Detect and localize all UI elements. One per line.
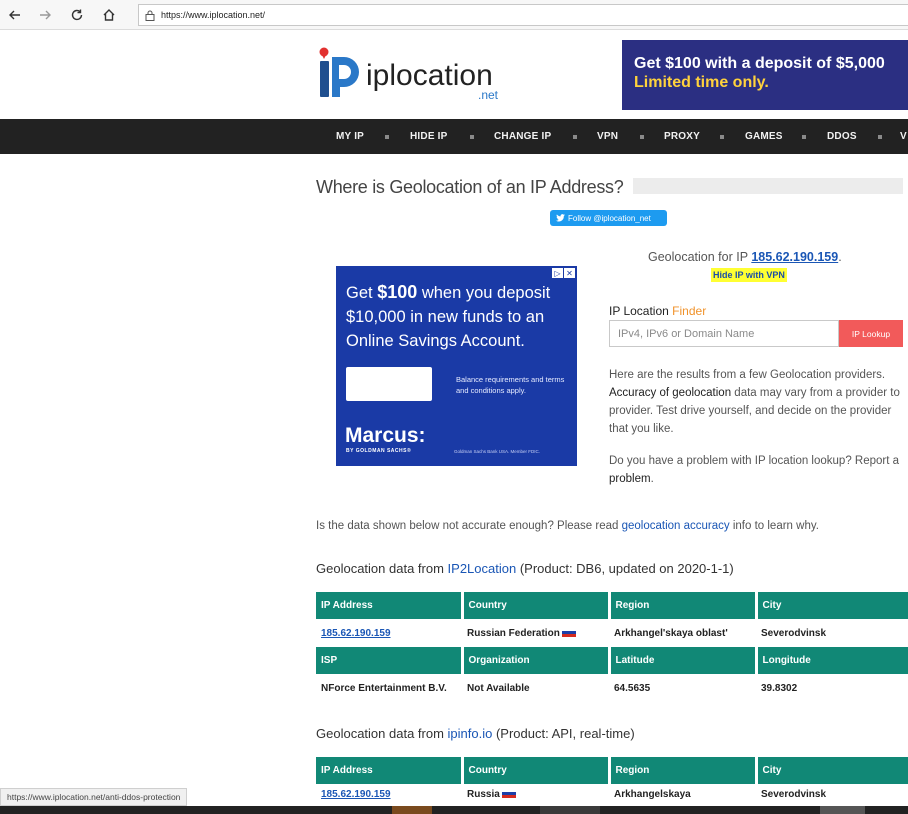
refresh-icon[interactable] — [66, 5, 88, 25]
status-bar-url: https://www.iplocation.net/anti-ddos-pro… — [0, 788, 188, 806]
top-banner-ad[interactable]: Get $100 with a deposit of $5,000 Limite… — [622, 40, 908, 110]
table-cell: Arkhangelskaya — [614, 788, 691, 800]
nav-vpn-more[interactable]: V — [900, 131, 907, 142]
ip-finder-label: IP Location Finder — [609, 304, 707, 318]
nav-ddos[interactable]: DDOS — [827, 131, 857, 142]
table-header: Latitude — [609, 647, 758, 674]
marcus-ad[interactable]: ▷ ✕ Get $100 when you deposit $10,000 in… — [336, 266, 577, 466]
geolocation-accuracy-link[interactable]: geolocation accuracy — [622, 520, 730, 532]
russia-flag-icon — [501, 788, 516, 798]
table-header: Region — [609, 757, 758, 784]
ip2location-heading: Geolocation data from IP2Location (Produ… — [316, 561, 734, 576]
current-ip-link[interactable]: 185.62.190.159 — [751, 250, 838, 264]
back-icon[interactable] — [4, 5, 26, 25]
url-text: https://www.iplocation.net/ — [161, 10, 266, 20]
ip2location-link[interactable]: IP2Location — [448, 561, 517, 576]
table-cell: Arkhangel'skaya oblast' — [614, 627, 728, 639]
nav-separator — [640, 135, 644, 139]
table-header: Region — [609, 592, 758, 619]
nav-games[interactable]: GAMES — [745, 131, 783, 142]
table-header: City — [756, 592, 908, 619]
table-cell: Severodvinsk — [761, 788, 827, 800]
table-header: Organization — [462, 647, 611, 674]
nav-proxy[interactable]: PROXY — [664, 131, 700, 142]
browser-toolbar: https://www.iplocation.net/ — [0, 0, 908, 30]
table-header: Longitude — [756, 647, 908, 674]
table-cell: 185.62.190.159 — [316, 784, 462, 804]
banner-headline: Get $100 with a deposit of $5,000 — [634, 55, 885, 72]
providers-info-paragraph: Here are the results from a few Geolocat… — [609, 369, 900, 435]
table-cell: NForce Entertainment B.V. — [321, 682, 447, 694]
nav-vpn[interactable]: VPN — [597, 131, 618, 142]
table-cell: Russia — [462, 784, 609, 804]
nav-separator — [385, 135, 389, 139]
ad-brand: Marcus: — [345, 424, 426, 447]
table-header: ISP — [316, 647, 464, 674]
ad-note: Balance requirements and terms and condi… — [456, 375, 565, 395]
table-header: IP Address — [316, 757, 464, 784]
table-header-row: IP Address Country Region City — [316, 592, 908, 619]
twitter-follow-button[interactable]: Follow @iplocation_net — [550, 210, 667, 226]
table-header: Country — [462, 592, 611, 619]
ip-address-link[interactable]: 185.62.190.159 — [321, 628, 391, 639]
svg-text:.net: .net — [478, 88, 499, 102]
hide-ip-vpn-link[interactable]: Hide IP with VPN — [711, 268, 787, 282]
main-nav: MY IP HIDE IP CHANGE IP VPN PROXY GAMES … — [0, 119, 908, 154]
forward-icon[interactable] — [34, 5, 56, 25]
table-row: NForce Entertainment B.V. Not Available … — [316, 674, 908, 702]
nav-separator — [802, 135, 806, 139]
table-header: City — [756, 757, 908, 784]
table-header-row: ISP Organization Latitude Longitude — [316, 647, 908, 674]
geolocation-ip-line: Geolocation for IP 185.62.190.159. — [648, 250, 842, 264]
ipinfo-heading: Geolocation data from ipinfo.io (Product… — [316, 726, 635, 741]
ad-headline: Get $100 when you deposit $10,000 in new… — [346, 282, 551, 350]
ip-address-link[interactable]: 185.62.190.159 — [321, 789, 391, 800]
lock-icon — [145, 10, 155, 21]
ad-brand-sub: BY GOLDMAN SACHS® — [346, 448, 412, 454]
accuracy-note: Is the data shown below not accurate eno… — [316, 520, 819, 532]
nav-my-ip[interactable]: MY IP — [336, 131, 364, 142]
address-bar[interactable]: https://www.iplocation.net/ — [138, 4, 908, 26]
nav-separator — [878, 135, 882, 139]
ipinfo-table: IP Address Country Region City 185.62.19… — [316, 757, 908, 804]
nav-change-ip[interactable]: CHANGE IP — [494, 131, 551, 142]
table-cell: Severodvinsk — [761, 627, 827, 639]
iplocation-logo-icon: iplocation .net — [319, 47, 499, 102]
nav-separator — [720, 135, 724, 139]
ad-choices[interactable]: ▷ ✕ — [552, 268, 575, 278]
ad-cta-button[interactable] — [346, 367, 432, 401]
table-header: Country — [462, 757, 611, 784]
home-icon[interactable] — [98, 5, 120, 25]
report-problem-paragraph: Do you have a problem with IP location l… — [609, 455, 900, 485]
ip2location-table: IP Address Country Region City 185.62.19… — [316, 592, 908, 702]
table-row: 185.62.190.159 Russian Federation Arkhan… — [316, 619, 908, 647]
table-cell: 64.5635 — [614, 682, 651, 694]
nav-hide-ip[interactable]: HIDE IP — [410, 131, 448, 142]
table-cell: Not Available — [467, 682, 530, 694]
table-row: 185.62.190.159 Russia Arkhangelskaya Sev… — [316, 784, 908, 804]
nav-separator — [573, 135, 577, 139]
table-header-row: IP Address Country Region City — [316, 757, 908, 784]
table-cell: 185.62.190.159 — [316, 619, 462, 647]
ad-legal: Goldman Sachs Bank USA. Member FDIC. — [454, 449, 541, 454]
ip-lookup-button[interactable]: IP Lookup — [839, 320, 903, 347]
site-logo[interactable]: iplocation .net — [318, 44, 508, 106]
banner-subline: Limited time only. — [634, 74, 769, 91]
russia-flag-icon — [561, 627, 576, 637]
table-header: IP Address — [316, 592, 464, 619]
table-cell: 39.8302 — [761, 682, 798, 694]
svg-text:iplocation: iplocation — [366, 59, 493, 92]
nav-separator — [470, 135, 474, 139]
twitter-bird-icon — [556, 214, 565, 222]
ipinfo-link[interactable]: ipinfo.io — [448, 726, 493, 741]
table-cell: Russian Federation — [462, 619, 609, 647]
ip-lookup-input[interactable] — [609, 320, 839, 347]
page-title: Where is Geolocation of an IP Address? — [316, 177, 624, 197]
ad-close-icon[interactable]: ✕ — [564, 268, 575, 278]
title-placeholder-bar — [633, 178, 903, 194]
taskbar-strip — [0, 806, 908, 814]
report-problem-link[interactable]: problem — [609, 473, 651, 485]
ad-info-icon[interactable]: ▷ — [552, 268, 563, 278]
follow-label: Follow @iplocation_net — [568, 213, 651, 223]
